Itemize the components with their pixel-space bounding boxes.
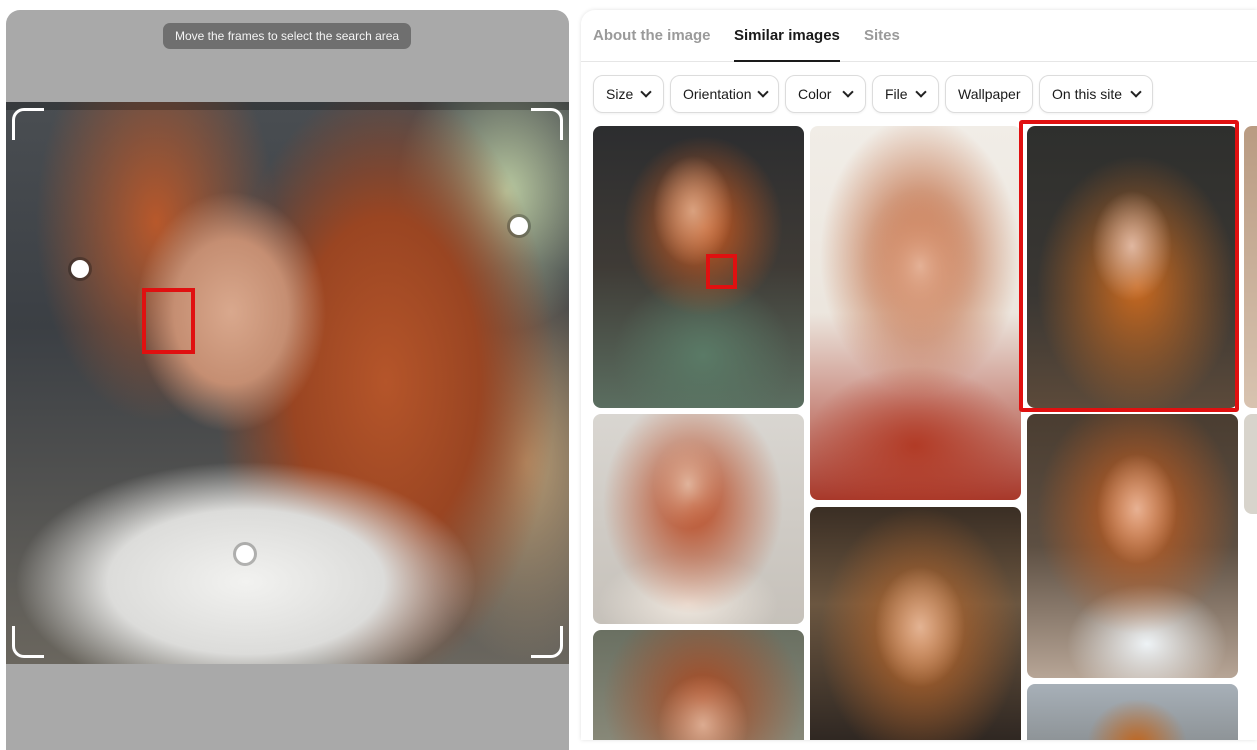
chevron-down-icon	[757, 86, 769, 98]
filter-on-this-site-label: On this site	[1052, 86, 1123, 102]
crop-handle-bottom-left[interactable]	[12, 626, 44, 658]
filter-color-button[interactable]: Color	[785, 75, 866, 113]
search-area-panel: Move the frames to select the search are…	[6, 10, 569, 750]
tab-about-image[interactable]: About the image	[593, 27, 711, 62]
filter-wallpaper-button[interactable]: Wallpaper	[945, 75, 1033, 113]
crop-handle-top-right[interactable]	[531, 108, 563, 140]
similar-image-6[interactable]	[1027, 414, 1238, 678]
similar-image-2[interactable]	[810, 126, 1021, 500]
chevron-down-icon	[842, 86, 854, 98]
similar-image-4[interactable]	[593, 414, 804, 624]
filter-on-this-site-button[interactable]: On this site	[1039, 75, 1153, 113]
crop-handle-bottom-right[interactable]	[531, 626, 563, 658]
similar-image-8[interactable]	[1027, 684, 1238, 740]
match-highlight-box	[706, 254, 737, 289]
query-image	[6, 102, 569, 664]
similar-image-10-partial[interactable]	[1244, 414, 1257, 514]
filter-orientation-button[interactable]: Orientation	[670, 75, 779, 113]
tab-sites[interactable]: Sites	[864, 27, 900, 62]
filter-file-button[interactable]: File	[872, 75, 939, 113]
filter-file-label: File	[885, 86, 908, 102]
selection-hint: Move the frames to select the search are…	[163, 23, 412, 49]
earring-highlight-box	[142, 288, 195, 354]
results-panel: About the image Similar images Sites Siz…	[581, 10, 1257, 740]
tab-similar-images[interactable]: Similar images	[734, 27, 840, 62]
object-dot-hair[interactable]	[71, 260, 89, 278]
similar-image-9-partial[interactable]	[1244, 126, 1257, 408]
similar-image-1[interactable]	[593, 126, 804, 408]
filter-size-label: Size	[606, 86, 634, 102]
similar-image-7[interactable]	[593, 630, 804, 740]
chevron-down-icon	[640, 86, 652, 98]
filter-size-button[interactable]: Size	[593, 75, 664, 113]
filter-orientation-label: Orientation	[683, 86, 752, 102]
crop-handle-top-left[interactable]	[12, 108, 44, 140]
filter-color-label: Color	[798, 86, 832, 102]
object-dot-top[interactable]	[236, 545, 254, 563]
filter-wallpaper-label: Wallpaper	[958, 86, 1021, 102]
tab-bar: About the image Similar images Sites	[581, 10, 1257, 62]
selected-image-highlight	[1019, 120, 1239, 412]
image-top-shade	[6, 102, 569, 110]
chevron-down-icon	[915, 86, 927, 98]
similar-image-5[interactable]	[810, 507, 1021, 740]
chevron-down-icon	[1130, 86, 1142, 98]
object-dot-window[interactable]	[510, 217, 528, 235]
